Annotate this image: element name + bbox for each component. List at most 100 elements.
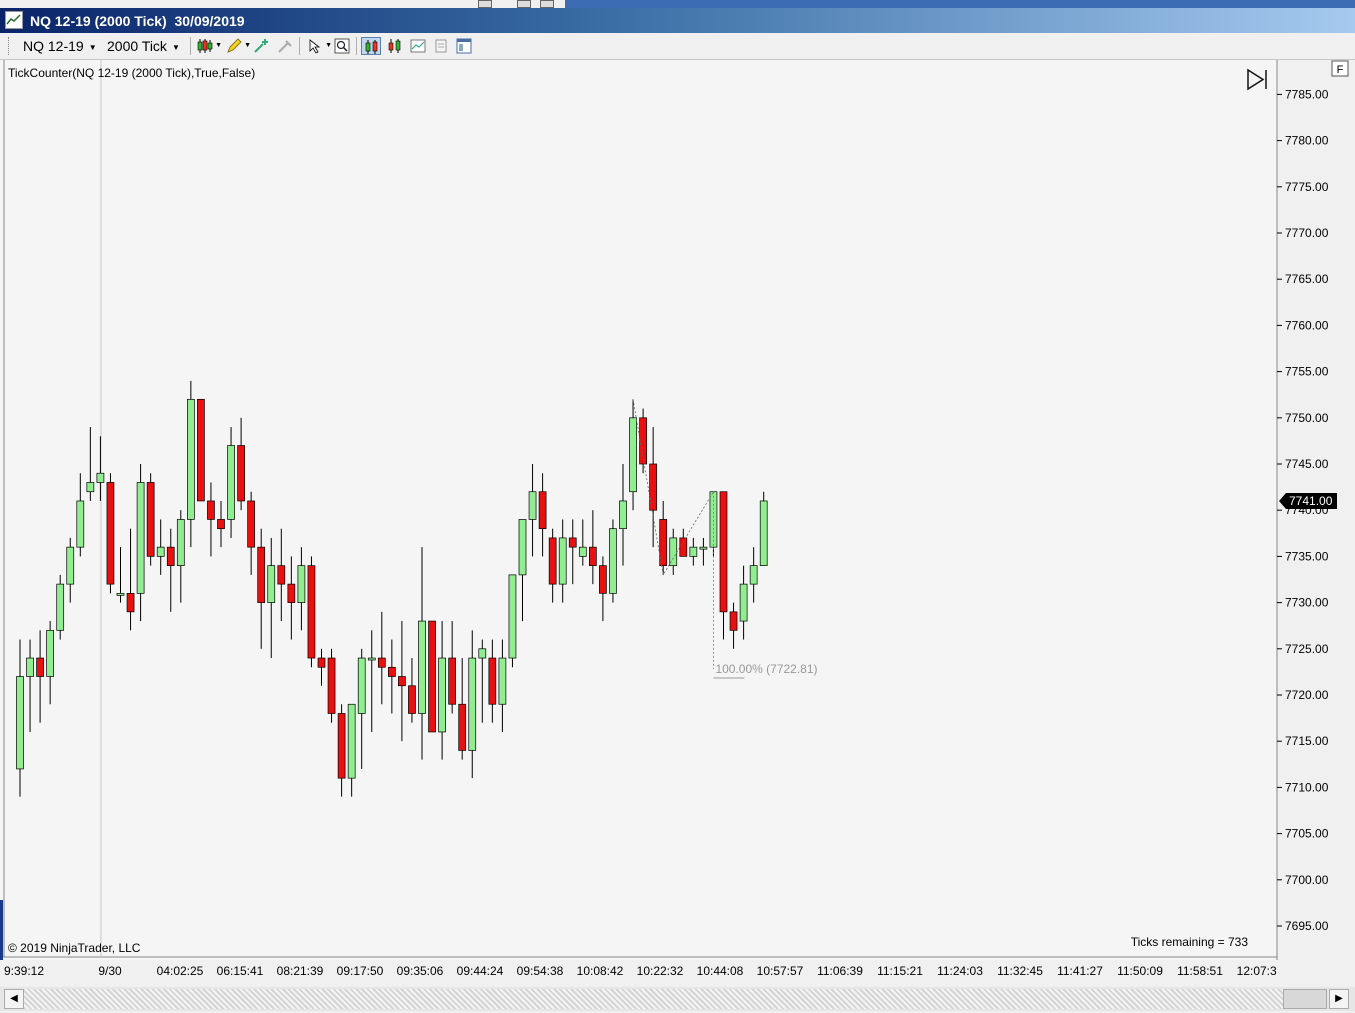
last-price-marker: 7741.00	[1279, 492, 1337, 509]
candle-body	[257, 546, 266, 603]
window-control[interactable]	[517, 0, 531, 8]
ticks-remaining-label: Ticks remaining = 733	[1131, 935, 1249, 949]
time-tick-label: 11:41:27	[1057, 964, 1103, 978]
drawing-tools-button[interactable]: ▼	[224, 37, 251, 55]
f-button[interactable]: F	[1331, 60, 1349, 77]
scrollbar-thumb[interactable]	[1283, 989, 1327, 1009]
last-price-value: 7741.00	[1289, 494, 1333, 508]
chevron-down-icon: ▼	[88, 42, 97, 52]
candle-body	[197, 398, 205, 502]
candle-body	[307, 565, 316, 659]
window-control[interactable]	[478, 0, 492, 8]
chart-style-button[interactable]: ▼	[195, 37, 222, 55]
arrow-right-icon: ▶	[1335, 993, 1343, 1004]
candle	[428, 620, 436, 733]
candle-body	[538, 491, 547, 530]
left-window-edge	[0, 900, 3, 960]
candle-body	[458, 703, 467, 751]
candle-body	[548, 537, 557, 585]
time-tick-label: 09:35:06	[397, 964, 444, 978]
time-tick-label: 10:08:42	[577, 964, 624, 978]
toolbar-divider	[356, 37, 357, 55]
time-tick-label: 10:57:57	[757, 964, 804, 978]
interval-selector[interactable]: 2000 Tick ▼	[107, 38, 180, 54]
candle-body	[56, 583, 65, 631]
price-tick-label: 7760.00	[1285, 318, 1329, 332]
copyright-label: © 2019 NinjaTrader, LLC	[8, 941, 141, 955]
candle	[56, 574, 65, 640]
zoom-button[interactable]	[332, 37, 352, 55]
chart-window-titlebar[interactable]: NQ 12-19 (2000 Tick) 30/09/2019	[0, 8, 1355, 33]
indicator-icon	[410, 39, 426, 53]
candle-body	[398, 676, 406, 687]
candle-body	[86, 482, 95, 493]
cursor-mode-button[interactable]: ▼	[305, 37, 332, 55]
candle-body	[719, 491, 728, 613]
candle-body	[729, 611, 738, 631]
price-tick-label: 7750.00	[1285, 411, 1329, 425]
time-tick-label: 10:22:32	[637, 964, 684, 978]
scroll-right-button[interactable]: ▶	[1329, 989, 1349, 1009]
window-title: NQ 12-19 (2000 Tick) 30/09/2019	[30, 13, 245, 29]
pencil-icon	[227, 38, 242, 53]
candle-body	[478, 648, 487, 659]
strategy-icon	[435, 39, 447, 53]
price-tick-label: 7695.00	[1285, 919, 1329, 933]
toolbar-divider	[190, 37, 191, 55]
toolbar-grip[interactable]	[8, 37, 12, 55]
candle-body	[207, 500, 215, 520]
chevron-down-icon: ▼	[325, 42, 332, 49]
chart-trader-button[interactable]	[361, 37, 381, 55]
candle-body	[428, 620, 436, 733]
magnifier-icon	[334, 38, 350, 54]
candle-body	[518, 519, 527, 576]
candle-body	[317, 657, 326, 668]
time-tick-label: 04:02:25	[157, 964, 204, 978]
candle-body	[187, 398, 195, 520]
candle-body	[146, 482, 155, 557]
instrument-label: NQ 12-19	[23, 38, 84, 54]
instrument-selector[interactable]: NQ 12-19 ▼	[23, 38, 97, 54]
candle-body	[408, 685, 416, 714]
scroll-left-button[interactable]: ◀	[4, 989, 24, 1009]
candle-body	[568, 537, 577, 548]
price-tick-label: 7700.00	[1285, 873, 1329, 887]
candle-body	[448, 657, 456, 705]
time-tick-label: 9:39:12	[4, 964, 44, 978]
window-control[interactable]	[540, 0, 554, 8]
top-window-strip	[0, 0, 1355, 8]
candle-body	[367, 657, 376, 661]
scrollbar-track[interactable]	[24, 989, 1283, 1009]
time-tick-label: 09:54:38	[517, 964, 564, 978]
candle-body	[217, 519, 225, 530]
candle-body	[488, 657, 497, 705]
candle-body	[679, 537, 688, 557]
price-tick-label: 7765.00	[1285, 272, 1329, 286]
price-chart[interactable]: 100.00% (7722.81) TickCounter(NQ 12-19 (…	[0, 60, 1355, 960]
candle-body	[669, 537, 678, 566]
data-series-button[interactable]	[385, 37, 405, 55]
candle-body	[468, 657, 477, 751]
indicators-button[interactable]	[408, 37, 428, 55]
candle-body	[36, 657, 44, 677]
remove-drawings-button[interactable]	[275, 37, 295, 55]
candle-body	[377, 657, 386, 668]
time-tick-label: 08:21:39	[277, 964, 324, 978]
candle-body	[96, 472, 105, 483]
price-tick-label: 7735.00	[1285, 549, 1329, 563]
horizontal-scrollbar[interactable]: ◀ ▶	[0, 987, 1355, 1011]
time-axis[interactable]: 9:39:12 9/30 04:02:25 06:15:41 08:21:39 09:17…	[0, 958, 1277, 986]
price-tick-label: 7785.00	[1285, 87, 1329, 101]
price-tick-label: 7745.00	[1285, 457, 1329, 471]
candle-body	[26, 657, 34, 677]
candle-body	[16, 676, 24, 770]
time-tick-label: 11:58:51	[1177, 964, 1223, 978]
chevron-down-icon: ▼	[244, 42, 251, 49]
properties-button[interactable]	[454, 37, 474, 55]
strategies-button[interactable]	[431, 37, 451, 55]
candle	[759, 491, 768, 566]
fib-level-label: 100.00% (7722.81)	[715, 662, 817, 676]
scroll-to-end-button[interactable]	[1243, 67, 1271, 93]
time-tick-label: 9/30	[98, 964, 122, 978]
snap-mode-button[interactable]	[251, 37, 271, 55]
